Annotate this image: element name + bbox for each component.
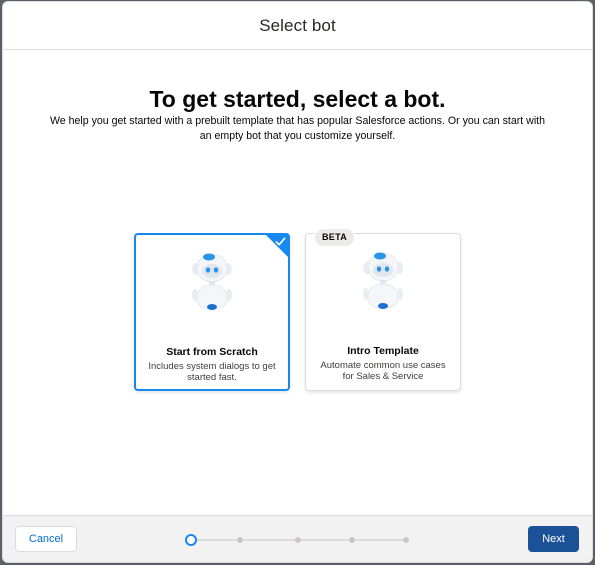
card-title: Start from Scratch: [166, 346, 258, 358]
card-title: Intro Template: [347, 345, 419, 357]
progress-step-4[interactable]: [349, 537, 355, 543]
modal-title: Select bot: [259, 15, 336, 35]
bot-card-intro-template[interactable]: Intro Template Automate common use cases…: [305, 233, 461, 391]
card-description: Includes system dialogs to get started f…: [148, 361, 276, 383]
bot-icon: [192, 253, 232, 310]
select-bot-modal: Select bot To get started, select a bot.…: [3, 2, 592, 562]
card-description: Automate common use cases for Sales & Se…: [320, 360, 446, 382]
beta-badge: BETA: [314, 228, 356, 247]
progress-step-1[interactable]: [185, 534, 197, 546]
progress-step-5[interactable]: [403, 537, 409, 543]
modal-header: Select bot: [3, 2, 592, 50]
progress-step-2[interactable]: [237, 537, 243, 543]
next-button[interactable]: Next: [528, 526, 579, 552]
cancel-button[interactable]: Cancel: [15, 526, 77, 552]
checkmark-icon: [275, 237, 286, 246]
bot-card-start-from-scratch[interactable]: Start from Scratch Includes system dialo…: [134, 233, 290, 391]
progress-step-3[interactable]: [295, 537, 301, 543]
page-description: We help you get started with a prebuilt …: [49, 115, 546, 142]
page-headline: To get started, select a bot.: [149, 86, 446, 112]
modal-footer: Cancel Next: [3, 515, 592, 562]
bot-icon: [363, 252, 403, 309]
progress-stepper: [185, 534, 411, 546]
